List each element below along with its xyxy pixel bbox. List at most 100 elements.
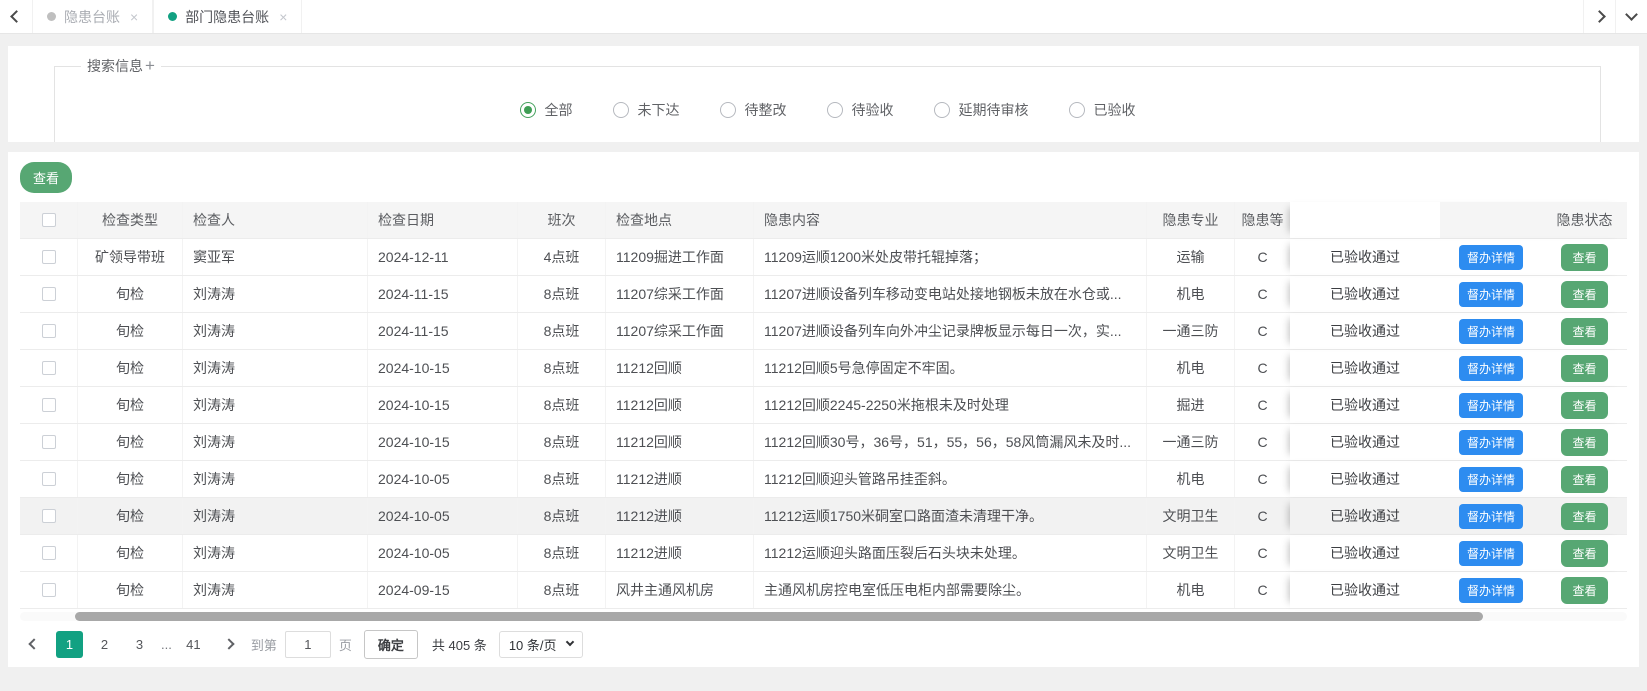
table-row: 旬检 刘涛涛 2024-11-15 8点班 11207综采工作面 11207进顺…	[20, 276, 1627, 313]
cell-content: 11207进顺设备列车移动变电站处接地钢板未放在水仓或...	[754, 276, 1147, 312]
row-view-button[interactable]: 查看	[1561, 244, 1607, 271]
select-all-checkbox[interactable]	[42, 213, 56, 227]
cell-grade: C	[1235, 461, 1290, 497]
row-checkbox[interactable]	[42, 324, 56, 338]
cell-shift: 8点班	[518, 424, 606, 460]
radio-option-pending-rectify[interactable]: 待整改	[720, 100, 787, 120]
table-row: 旬检 刘涛涛 2024-10-05 8点班 11212进顺 11212回顺迎头管…	[20, 461, 1627, 498]
row-checkbox[interactable]	[42, 435, 56, 449]
row-checkbox-cell	[20, 313, 78, 349]
radio-option-all[interactable]: 全部	[520, 100, 573, 120]
supervise-detail-button[interactable]: 督办详情	[1459, 245, 1523, 270]
radio-option-accepted[interactable]: 已验收	[1069, 100, 1136, 120]
cell-inspector: 刘涛涛	[183, 535, 368, 571]
row-checkbox-cell	[20, 461, 78, 497]
page-number-1[interactable]: 1	[56, 631, 83, 658]
page-ellipsis[interactable]: ...	[161, 637, 172, 652]
view-cell: 查看	[1542, 350, 1627, 386]
tabs-menu-button[interactable]	[1615, 0, 1647, 33]
supervise-detail-button[interactable]: 督办详情	[1459, 578, 1523, 603]
row-view-button[interactable]: 查看	[1561, 355, 1607, 382]
view-cell: 查看	[1542, 239, 1627, 275]
row-view-button[interactable]: 查看	[1561, 392, 1607, 419]
row-checkbox-cell	[20, 424, 78, 460]
tabs-scroll-left-button[interactable]	[0, 0, 32, 33]
supervise-detail-button[interactable]: 督办详情	[1459, 504, 1523, 529]
confirm-button[interactable]: 确定	[364, 630, 418, 659]
horizontal-scrollbar-thumb[interactable]	[75, 612, 1483, 621]
status-text: 已验收通过	[1290, 424, 1440, 460]
next-page-button[interactable]	[215, 630, 243, 658]
row-checkbox[interactable]	[42, 509, 56, 523]
row-view-button[interactable]: 查看	[1561, 429, 1607, 456]
radio-icon	[520, 102, 536, 118]
row-checkbox-cell	[20, 239, 78, 275]
radio-option-not-issued[interactable]: 未下达	[613, 100, 680, 120]
row-fixed-group: 已验收通过 督办详情 查看	[1290, 461, 1627, 497]
row-checkbox[interactable]	[42, 250, 56, 264]
row-view-button[interactable]: 查看	[1561, 466, 1607, 493]
supervise-detail-button[interactable]: 督办详情	[1459, 393, 1523, 418]
supervise-detail-button[interactable]: 督办详情	[1459, 467, 1523, 492]
row-view-button[interactable]: 查看	[1561, 577, 1607, 604]
cell-inspector: 刘涛涛	[183, 313, 368, 349]
goto-page-input[interactable]	[285, 631, 331, 658]
header-checkbox-cell	[20, 202, 78, 238]
supervise-detail-button[interactable]: 督办详情	[1459, 356, 1523, 381]
row-checkbox-cell	[20, 535, 78, 571]
row-checkbox[interactable]	[42, 546, 56, 560]
row-view-button[interactable]: 查看	[1561, 281, 1607, 308]
table-row: 旬检 刘涛涛 2024-10-05 8点班 11212进顺 11212运顺175…	[20, 498, 1627, 535]
cell-inspector: 刘涛涛	[183, 572, 368, 608]
chevron-down-icon	[1625, 8, 1638, 21]
row-checkbox[interactable]	[42, 361, 56, 375]
supervise-detail-button[interactable]: 督办详情	[1459, 541, 1523, 566]
supervise-detail-button[interactable]: 督办详情	[1459, 282, 1523, 307]
page-number-2[interactable]: 2	[91, 631, 118, 658]
row-checkbox[interactable]	[42, 583, 56, 597]
row-checkbox[interactable]	[42, 472, 56, 486]
col-header-date: 检查日期	[368, 202, 518, 238]
col-header-content: 隐患内容	[754, 202, 1147, 238]
supervise-detail-button[interactable]: 督办详情	[1459, 319, 1523, 344]
row-checkbox-cell	[20, 572, 78, 608]
page-number-41[interactable]: 41	[180, 631, 207, 658]
supervise-detail-button[interactable]: 督办详情	[1459, 430, 1523, 455]
close-icon[interactable]: ×	[130, 9, 138, 25]
col-header-shift: 班次	[518, 202, 606, 238]
table-row: 旬检 刘涛涛 2024-11-15 8点班 11207综采工作面 11207进顺…	[20, 313, 1627, 350]
radio-icon	[720, 102, 736, 118]
tab-dept-hidden-danger-ledger[interactable]: 部门隐患台账 ×	[153, 0, 302, 33]
tab-hidden-danger-ledger[interactable]: 隐患台账 ×	[32, 0, 153, 33]
cell-shift: 8点班	[518, 350, 606, 386]
status-text: 已验收通过	[1290, 350, 1440, 386]
view-cell: 查看	[1542, 498, 1627, 534]
row-fixed-group: 已验收通过 督办详情 查看	[1290, 387, 1627, 423]
horizontal-scrollbar-track[interactable]	[20, 612, 1627, 621]
row-view-button[interactable]: 查看	[1561, 318, 1607, 345]
table-row: 旬检 刘涛涛 2024-10-05 8点班 11212进顺 11212运顺迎头路…	[20, 535, 1627, 572]
radio-icon	[934, 102, 950, 118]
row-checkbox[interactable]	[42, 287, 56, 301]
row-checkbox-cell	[20, 276, 78, 312]
row-fixed-group: 已验收通过 督办详情 查看	[1290, 313, 1627, 349]
radio-option-pending-accept[interactable]: 待验收	[827, 100, 894, 120]
prev-page-button[interactable]	[20, 630, 48, 658]
row-checkbox[interactable]	[42, 398, 56, 412]
goto-label: 到第	[251, 635, 277, 654]
close-icon[interactable]: ×	[279, 9, 287, 25]
pagination-bar: 1 2 3 ... 41 到第 页 确定 共 405 条 10 条/页	[20, 629, 1627, 659]
table-row: 旬检 刘涛涛 2024-09-15 8点班 风井主通风机房 主通风机房控电室低压…	[20, 572, 1627, 609]
tabs-scroll-right-button[interactable]	[1583, 0, 1615, 33]
row-checkbox-cell	[20, 498, 78, 534]
radio-option-deferred-review[interactable]: 延期待审核	[934, 100, 1029, 120]
cell-grade: C	[1235, 498, 1290, 534]
supervise-cell: 督办详情	[1440, 350, 1542, 386]
row-view-button[interactable]: 查看	[1561, 540, 1607, 567]
page-number-3[interactable]: 3	[126, 631, 153, 658]
page-size-select[interactable]: 10 条/页	[499, 631, 583, 658]
view-button[interactable]: 查看	[20, 162, 72, 193]
row-view-button[interactable]: 查看	[1561, 503, 1607, 530]
view-cell: 查看	[1542, 387, 1627, 423]
expand-plus-icon[interactable]: +	[145, 60, 155, 72]
